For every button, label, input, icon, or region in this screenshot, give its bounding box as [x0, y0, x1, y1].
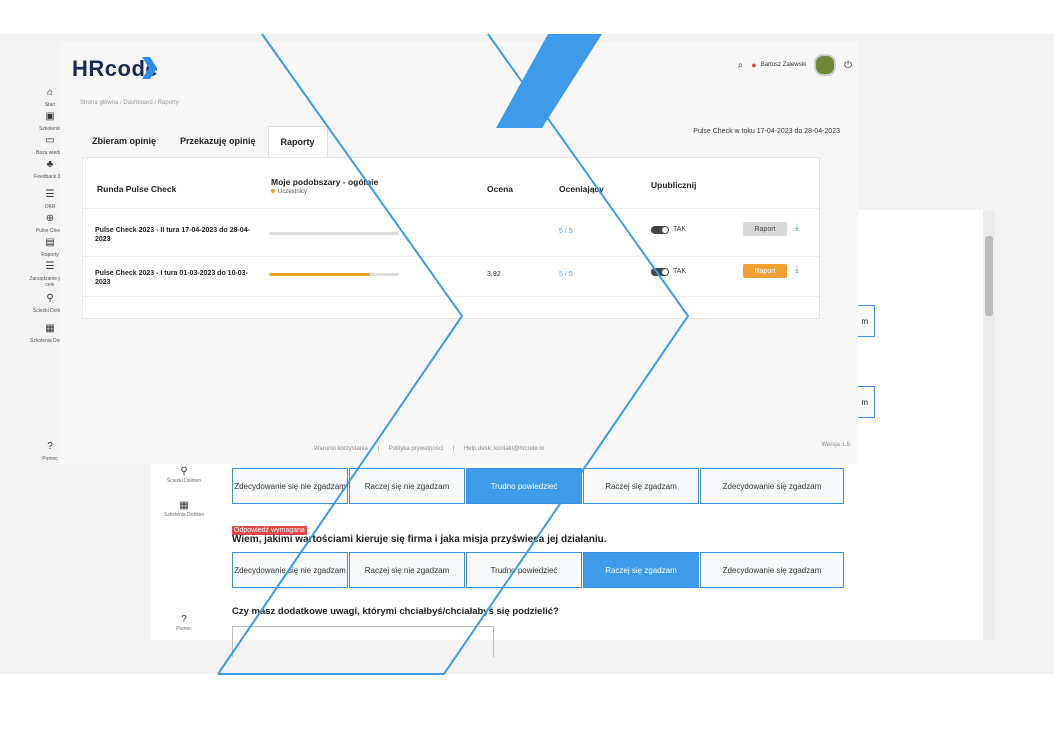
zigzag-block — [496, 34, 602, 128]
zigzag-line — [217, 33, 464, 675]
zigzag-line — [218, 33, 690, 675]
transition-zigzag — [217, 33, 690, 675]
